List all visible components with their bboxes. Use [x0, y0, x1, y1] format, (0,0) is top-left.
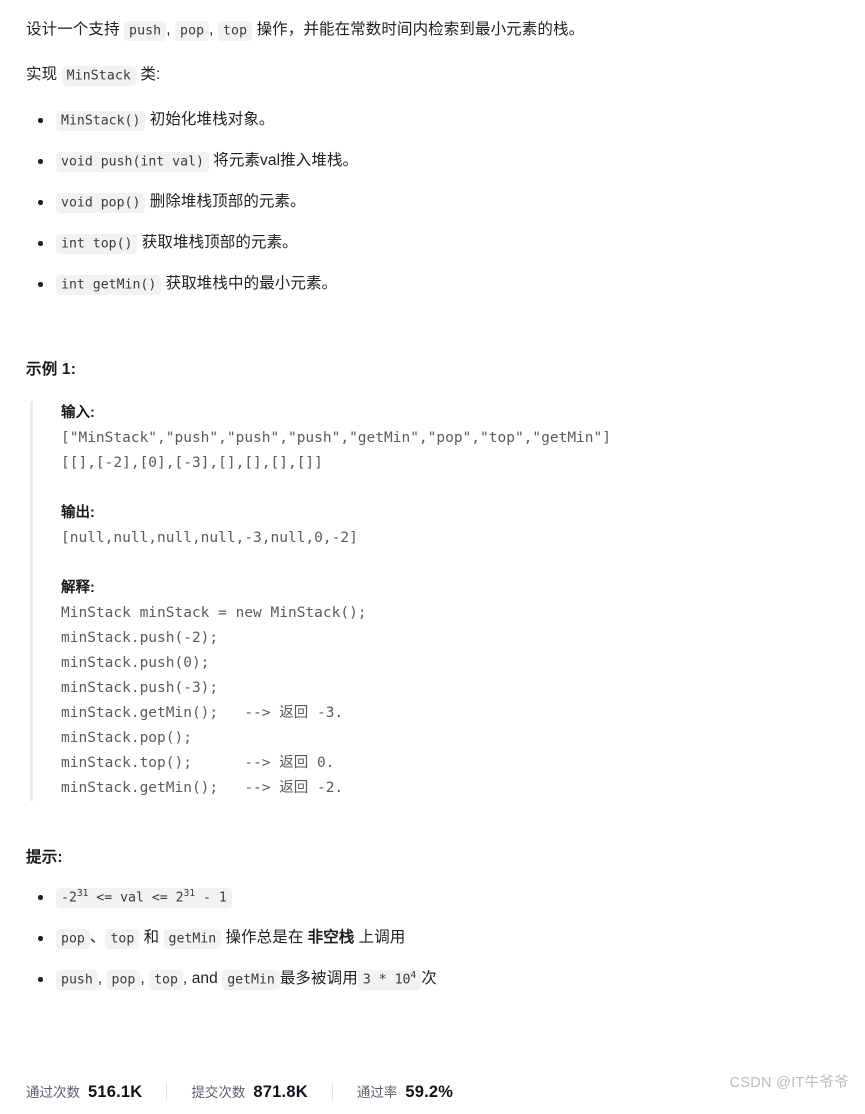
list-item-label: 将元素val推入堆栈。 — [213, 152, 359, 169]
intro-comma-2: , — [209, 21, 214, 38]
list-item: int top() 获取堆栈顶部的元素。 — [26, 231, 839, 255]
hint-text-2: 次 — [421, 970, 437, 987]
inline-code-top: top — [149, 969, 183, 990]
call-limit-base: 3 * 10 — [362, 972, 411, 987]
hint-text-2: 上调用 — [358, 929, 406, 946]
range-base-negative: -2 — [61, 890, 77, 905]
inline-code-pop: pop — [175, 20, 210, 41]
list-item: -231 <= val <= 231 - 1 — [26, 885, 839, 909]
stat-value: 59.2% — [405, 1083, 454, 1101]
inline-code-pop: pop — [56, 928, 90, 949]
stat-submissions: 提交次数 871.8K — [191, 1081, 307, 1102]
hint-separator-1: 、 — [89, 929, 106, 946]
intro-paragraph-1: 设计一个支持 push, pop, top 操作，并能在常数时间内检索到最小元素… — [26, 14, 839, 45]
example-blockquote: 输入: ["MinStack","push","push","push","ge… — [30, 401, 839, 801]
watermark: CSDN @IT牛爷爷 — [729, 1075, 849, 1091]
list-item-label: 初始化堆栈对象。 — [149, 111, 275, 128]
list-item: int getMin() 获取堆栈中的最小元素。 — [26, 272, 839, 296]
intro-comma-1: , — [166, 21, 171, 38]
call-limit-exponent: 4 — [410, 969, 417, 981]
list-item: MinStack() 初始化堆栈对象。 — [26, 108, 839, 132]
hint-emphasis-nonempty-stack: 非空栈 — [307, 929, 355, 946]
hint-text-1: 操作总是在 — [225, 929, 304, 946]
stat-value: 871.8K — [253, 1083, 308, 1101]
hints-heading: 提示: — [26, 849, 63, 866]
inline-code-pop: pop — [106, 969, 141, 990]
inline-code-getmin: getMin — [163, 928, 222, 949]
inline-code-top: top — [218, 20, 253, 41]
hint-and-conjunction: , and — [182, 970, 218, 987]
stat-divider — [331, 1083, 333, 1100]
range-exponent-2: 31 — [183, 887, 196, 899]
example-explanation-label: 解释: — [61, 580, 95, 596]
hint-conjunction: 和 — [143, 929, 160, 946]
stat-label: 通过次数 — [26, 1085, 80, 1100]
example-output-label: 输出: — [61, 505, 95, 521]
hint-comma-2: , — [140, 970, 145, 987]
inline-code-push-signature: void push(int val) — [56, 151, 209, 172]
inline-code-push: push — [124, 20, 167, 41]
inline-code-getmin: getMin — [222, 969, 280, 990]
list-item: void pop() 删除堆栈顶部的元素。 — [26, 190, 839, 214]
list-item: pop、 top 和 getMin 操作总是在 非空栈 上调用 — [26, 926, 839, 950]
list-item-label: 获取堆栈顶部的元素。 — [141, 234, 298, 251]
example-explanation-code: MinStack minStack = new MinStack(); minS… — [61, 605, 367, 796]
range-exponent-1: 31 — [76, 887, 89, 899]
implement-text-suffix: 类: — [140, 66, 161, 83]
inline-code-push: push — [56, 969, 98, 990]
inline-code-constructor: MinStack() — [56, 110, 146, 131]
example-output-value: [null,null,null,null,-3,null,0,-2] — [61, 530, 358, 546]
inline-code-minstack-class: MinStack — [61, 65, 136, 86]
list-item-label: 获取堆栈中的最小元素。 — [165, 275, 338, 292]
implement-text-prefix: 实现 — [26, 66, 58, 83]
list-item: push, pop, top, and getMin 最多被调用 3 * 104 次 — [26, 967, 839, 991]
problem-description-page: 设计一个支持 push, pop, top 操作，并能在常数时间内检索到最小元素… — [0, 0, 865, 1114]
inline-code-top-signature: int top() — [56, 233, 138, 254]
inline-code-call-limit: 3 * 104 — [357, 969, 422, 990]
constraints-list: -231 <= val <= 231 - 1 pop、 top 和 getMin … — [26, 885, 839, 991]
stat-divider — [166, 1083, 168, 1100]
intro-paragraph-2: 实现 MinStack 类: — [26, 59, 839, 90]
range-middle: <= val <= 2 — [88, 890, 184, 905]
inline-code-top: top — [105, 928, 140, 949]
hint-text-1: 最多被调用 — [279, 970, 358, 987]
stat-label: 提交次数 — [191, 1085, 246, 1100]
stat-label: 通过率 — [356, 1085, 398, 1100]
stat-acceptance-rate: 通过率 59.2% — [357, 1081, 453, 1102]
example-input-label: 输入: — [61, 405, 95, 421]
list-item-label: 删除堆栈顶部的元素。 — [149, 193, 306, 210]
api-method-list: MinStack() 初始化堆栈对象。 void push(int val) 将… — [26, 108, 839, 296]
example-input-value: ["MinStack","push","push","push","getMin… — [61, 430, 611, 471]
range-tail: - 1 — [195, 890, 227, 905]
stat-accepted: 通过次数 516.1K — [26, 1081, 142, 1102]
inline-code-getmin-signature: int getMin() — [56, 274, 162, 295]
list-item: void push(int val) 将元素val推入堆栈。 — [26, 149, 839, 173]
inline-code-pop-signature: void pop() — [56, 192, 146, 213]
hint-comma-1: , — [97, 970, 103, 987]
intro-text-suffix: 操作，并能在常数时间内检索到最小元素的栈。 — [256, 21, 585, 38]
example-heading: 示例 1: — [26, 361, 77, 378]
stat-value: 516.1K — [88, 1083, 143, 1101]
statistics-bar: 通过次数 516.1K 提交次数 871.8K 通过率 59.2% — [26, 1081, 453, 1102]
inline-code-value-range: -231 <= val <= 231 - 1 — [56, 887, 232, 908]
intro-text-prefix: 设计一个支持 — [26, 21, 120, 38]
